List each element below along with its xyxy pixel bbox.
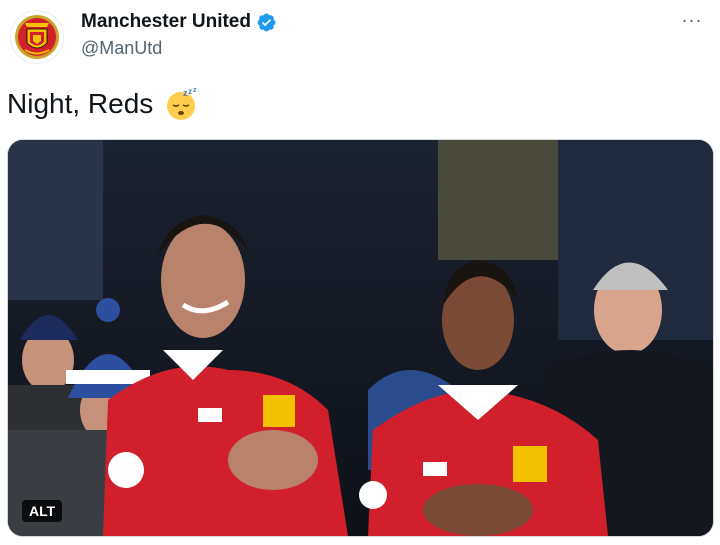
avatar[interactable] — [10, 10, 64, 64]
tweet-text-content: Night, Reds — [7, 88, 154, 119]
svg-text:z: z — [188, 87, 192, 96]
svg-text:z: z — [193, 87, 197, 94]
display-name[interactable]: Manchester United — [81, 11, 251, 33]
alt-text-badge[interactable]: ALT — [22, 500, 63, 522]
name-row: Manchester United — [81, 11, 277, 33]
verified-badge-icon — [257, 13, 276, 31]
sleeping-face-emoji: z z z — [167, 87, 197, 120]
handle[interactable]: @ManUtd — [81, 38, 162, 59]
photo-players — [8, 140, 713, 536]
more-options-icon[interactable]: ··· — [680, 8, 704, 32]
man-utd-crest-icon — [15, 15, 59, 59]
tweet-header: Manchester United @ManUtd ··· — [0, 0, 720, 80]
tweet-text: Night, Reds z z z — [7, 86, 199, 122]
tweet-media-image[interactable]: ALT — [7, 139, 714, 537]
